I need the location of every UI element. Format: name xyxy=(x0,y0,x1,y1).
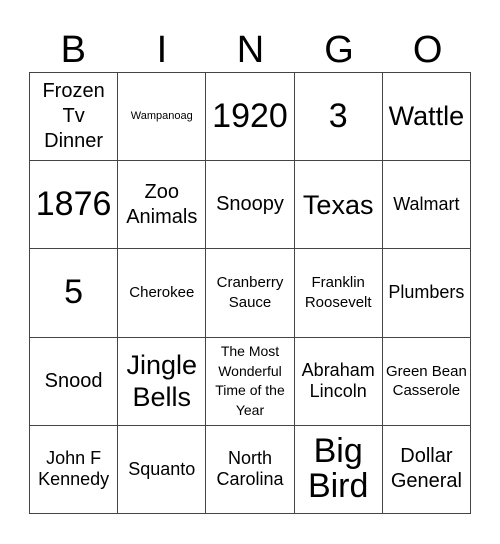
bingo-cell[interactable]: Cranberry Sauce xyxy=(206,249,295,338)
bingo-header: B I N G O xyxy=(29,28,472,72)
bingo-cell[interactable]: Frozen Tv Dinner xyxy=(30,73,119,162)
bingo-cell[interactable]: Wattle xyxy=(382,73,471,162)
bingo-cell[interactable]: Squanto xyxy=(118,425,207,514)
bingo-cell[interactable]: Big Bird xyxy=(294,425,383,514)
bingo-cell[interactable]: Wampanoag xyxy=(118,73,207,162)
bingo-cell[interactable]: Franklin Roosevelt xyxy=(294,249,383,338)
bingo-card-grid: Frozen Tv Dinner Wampanoag 1920 3 Wattle… xyxy=(29,72,471,514)
bingo-cell[interactable]: Green Bean Casserole xyxy=(382,337,471,426)
bingo-cell[interactable]: 1876 xyxy=(30,161,119,250)
bingo-cell[interactable]: Plumbers xyxy=(382,249,471,338)
bingo-cell[interactable]: The Most Wonderful Time of the Year xyxy=(206,337,295,426)
bingo-cell[interactable]: 3 xyxy=(294,73,383,162)
bingo-cell[interactable]: Cherokee xyxy=(118,249,207,338)
bingo-cell[interactable]: Dollar General xyxy=(382,425,471,514)
bingo-cell[interactable]: Zoo Animals xyxy=(118,161,207,250)
header-letter-i: I xyxy=(156,29,168,71)
header-letter-g: G xyxy=(324,29,354,71)
bingo-cell[interactable]: Jingle Bells xyxy=(118,337,207,426)
header-letter-o: O xyxy=(412,29,443,71)
bingo-cell[interactable]: John F Kennedy xyxy=(30,425,119,514)
bingo-cell[interactable]: Texas xyxy=(294,161,383,250)
header-letter-n: N xyxy=(236,29,265,71)
bingo-cell[interactable]: 5 xyxy=(30,249,119,338)
bingo-cell[interactable]: Walmart xyxy=(382,161,471,250)
bingo-cell[interactable]: Snood xyxy=(30,337,119,426)
header-letter-b: B xyxy=(60,29,86,71)
bingo-cell[interactable]: Snoopy xyxy=(206,161,295,250)
bingo-cell[interactable]: Abraham Lincoln xyxy=(294,337,383,426)
bingo-cell[interactable]: 1920 xyxy=(206,73,295,162)
bingo-cell[interactable]: North Carolina xyxy=(206,425,295,514)
